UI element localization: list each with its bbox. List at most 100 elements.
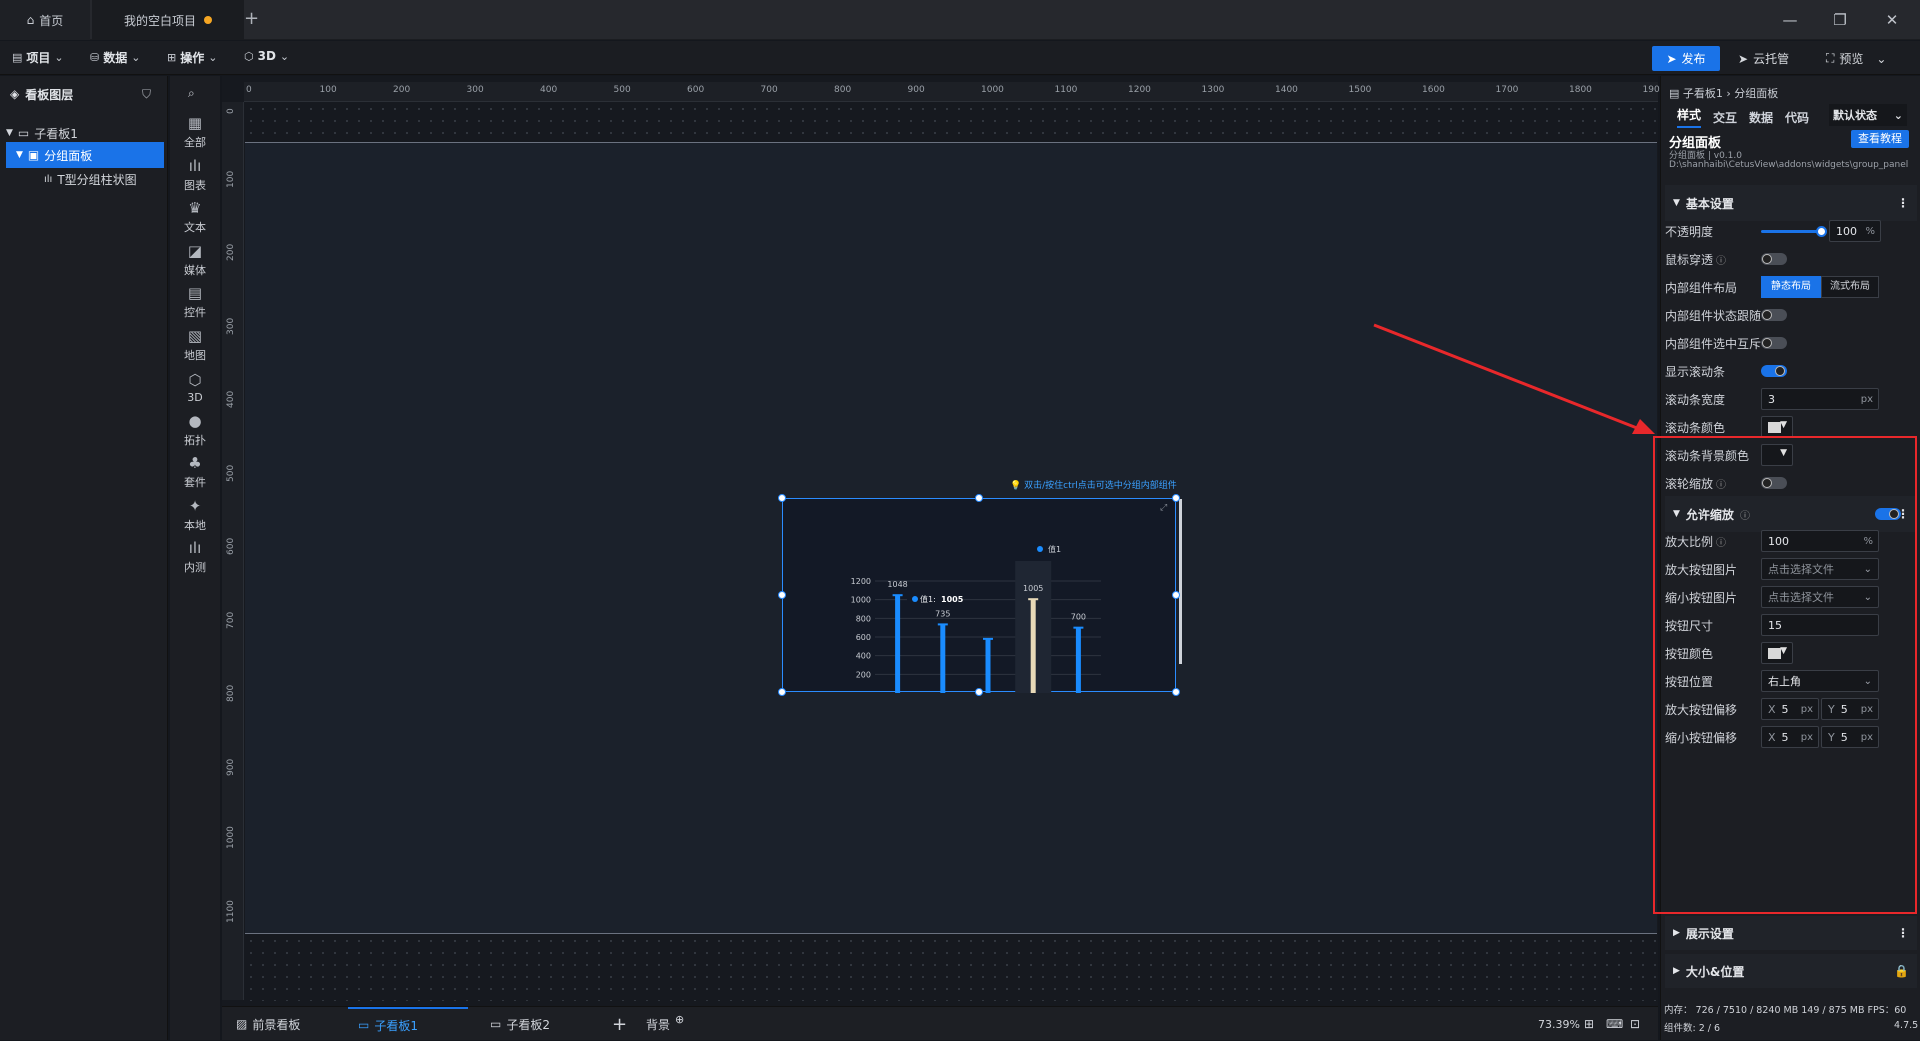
scrollbar[interactable]	[1179, 499, 1182, 664]
preview-button[interactable]: ⛶ 预览 ⌄	[1826, 46, 1886, 71]
tab-data[interactable]: 数据	[1749, 109, 1773, 126]
zoom-out-offset-y[interactable]: Y 5 px	[1821, 726, 1879, 748]
tab-home[interactable]: ⌂ 首页	[0, 0, 90, 40]
lock-icon[interactable]: 🔒	[1894, 964, 1909, 978]
tab-code[interactable]: 代码	[1785, 109, 1809, 126]
tab-foreground-label: 前景看板	[252, 1017, 301, 1032]
zoom-ratio-unit: %	[1863, 535, 1873, 547]
rail-item-10[interactable]: ✦ 本地	[170, 491, 220, 539]
scroll-bg-picker[interactable]: ▼	[1761, 444, 1793, 466]
component-category-icon: ılı	[188, 156, 202, 175]
section-zoom-label: 允许缩放	[1685, 507, 1734, 522]
minimize-button[interactable]: —	[1780, 10, 1800, 30]
fit-icon[interactable]: ⊞	[1584, 1007, 1594, 1041]
resize-handle-tc[interactable]	[975, 494, 983, 502]
rail-item-11[interactable]: ılı 内测	[170, 533, 220, 581]
search-icon[interactable]: ⌕	[188, 86, 195, 101]
send-icon: ➤	[1738, 51, 1749, 66]
resize-handle-bl[interactable]	[778, 688, 786, 696]
tab-board2[interactable]: ▭ 子看板2	[484, 1007, 594, 1041]
opacity-slider[interactable]	[1761, 230, 1821, 233]
layer-item-group-panel[interactable]: ▼ ▣ 分组面板	[6, 142, 164, 168]
tab-interaction[interactable]: 交互	[1713, 109, 1737, 126]
add-board-button[interactable]: +	[612, 1007, 627, 1041]
ruler-top-label: 1100	[1054, 85, 1078, 95]
offset-y-value: 5	[1840, 702, 1848, 716]
wheel-zoom-toggle[interactable]	[1761, 477, 1787, 489]
follow-state-toggle[interactable]	[1761, 309, 1787, 321]
menu-3d[interactable]: ⬡ 3D ⌄	[244, 49, 289, 63]
ruler-left-label: 600	[226, 537, 236, 555]
close-button[interactable]: ✕	[1882, 10, 1902, 30]
tab-board1[interactable]: ▭ 子看板1	[348, 1007, 468, 1041]
layout-static-button[interactable]: 静态布局	[1761, 276, 1821, 298]
rail-item-9[interactable]: ♣ 套件	[170, 448, 220, 496]
zoom-out-offset-x[interactable]: X 5 px	[1761, 726, 1819, 748]
menu-operate[interactable]: ⊞ 操作 ⌄	[167, 49, 217, 66]
more-icon[interactable]: ⋮	[1897, 926, 1909, 940]
section-size-position[interactable]: ▶ 大小&位置 🔒	[1665, 954, 1917, 988]
layer-item-chart[interactable]: ılı T型分组柱状图	[0, 166, 168, 192]
chevron-down-icon: ⌄	[1876, 51, 1887, 66]
layout-flow-button[interactable]: 流式布局	[1821, 276, 1879, 298]
mouse-through-toggle[interactable]	[1761, 253, 1787, 265]
more-icon[interactable]: ⋮	[1897, 196, 1909, 210]
rail-item-4[interactable]: ◪ 媒体	[170, 236, 220, 284]
tab-style[interactable]: 样式	[1677, 106, 1702, 128]
resize-handle-tr[interactable]	[1172, 494, 1180, 502]
more-icon[interactable]: ⋮	[1897, 507, 1909, 521]
rail-item-1[interactable]: ▦ 全部	[170, 108, 220, 156]
rail-item-3[interactable]: ♛ 文本	[170, 193, 220, 241]
filter-icon[interactable]: ⛉	[142, 87, 151, 102]
mutex-toggle[interactable]	[1761, 337, 1787, 349]
btn-size-input[interactable]: 15	[1761, 614, 1879, 636]
menu-project[interactable]: ▤ 项目 ⌄	[12, 49, 64, 66]
section-display[interactable]: ▶ 展示设置 ⋮	[1665, 916, 1917, 950]
cloud-host-button[interactable]: ➤ 云托管	[1738, 46, 1789, 71]
tab-background[interactable]: 背景 ⊕	[646, 1007, 684, 1041]
zoom-ratio-input[interactable]: 100%	[1761, 530, 1879, 552]
resize-handle-tl[interactable]	[778, 494, 786, 502]
tutorial-button[interactable]: 查看教程	[1851, 130, 1909, 148]
menu-data[interactable]: ⛁ 数据 ⌄	[90, 49, 140, 66]
rail-item-8[interactable]: ● 拓扑	[170, 406, 220, 454]
resize-handle-mr[interactable]	[1172, 591, 1180, 599]
zoom-in-offset-y[interactable]: Y 5 px	[1821, 698, 1879, 720]
add-circle-icon[interactable]: ⊕	[675, 1013, 684, 1026]
component-category-icon: ılı	[188, 539, 202, 557]
scroll-width-input[interactable]: 3 px	[1761, 388, 1879, 410]
rail-item-6[interactable]: ▧ 地图	[170, 321, 220, 369]
zoom-icon[interactable]: ⤢	[1160, 503, 1167, 513]
terminal-icon[interactable]: ⊡	[1630, 1007, 1640, 1041]
state-select[interactable]: 默认状态 ⌄	[1829, 104, 1907, 126]
group-panel-widget[interactable]: 1200 1000 800 600 400 200 1048 735 1005 700 值1 值1: 1…	[782, 498, 1182, 693]
opacity-slider-thumb[interactable]	[1816, 226, 1827, 237]
opacity-input[interactable]: 100%	[1829, 220, 1881, 242]
rail-item-7[interactable]: ⬡ 3D	[170, 363, 220, 411]
property-tabs: 样式 交互 数据 代码	[1677, 104, 1809, 130]
tab-project[interactable]: 我的空白项目	[92, 0, 244, 40]
restore-button[interactable]: ❐	[1830, 10, 1850, 30]
widget-path: D:\shanhaibi\CetusView\addons\widgets\gr…	[1669, 160, 1909, 170]
zoom-out-img-select[interactable]: 点击选择文件 ⌄	[1761, 586, 1879, 608]
publish-button[interactable]: ➤ 发布	[1652, 46, 1720, 71]
add-tab-button[interactable]: +	[244, 8, 259, 29]
resize-handle-bc[interactable]	[975, 688, 983, 696]
zoom-in-offset-x[interactable]: X 5 px	[1761, 698, 1819, 720]
y-label: Y	[1828, 702, 1835, 716]
scroll-color-picker[interactable]: ▼	[1761, 416, 1793, 438]
btn-color-picker[interactable]: ▼	[1761, 642, 1793, 664]
zoom-level[interactable]: 73.39%	[1538, 1007, 1580, 1041]
rail-item-5[interactable]: ▤ 控件	[170, 278, 220, 326]
btn-pos-select[interactable]: 右上角 ⌄	[1761, 670, 1879, 692]
ruler-top-label: 1700	[1495, 85, 1519, 95]
ruler-top-label: 1300	[1201, 85, 1225, 95]
send-icon: ➤	[1666, 51, 1677, 66]
resize-handle-ml[interactable]	[778, 591, 786, 599]
show-scroll-toggle[interactable]	[1761, 365, 1787, 377]
rail-item-2[interactable]: ılı 图表	[170, 151, 220, 199]
keyboard-icon[interactable]: ⌨	[1606, 1007, 1623, 1041]
resize-handle-br[interactable]	[1172, 688, 1180, 696]
tab-foreground[interactable]: ▨ 前景看板	[230, 1007, 330, 1041]
zoom-in-img-select[interactable]: 点击选择文件 ⌄	[1761, 558, 1879, 580]
